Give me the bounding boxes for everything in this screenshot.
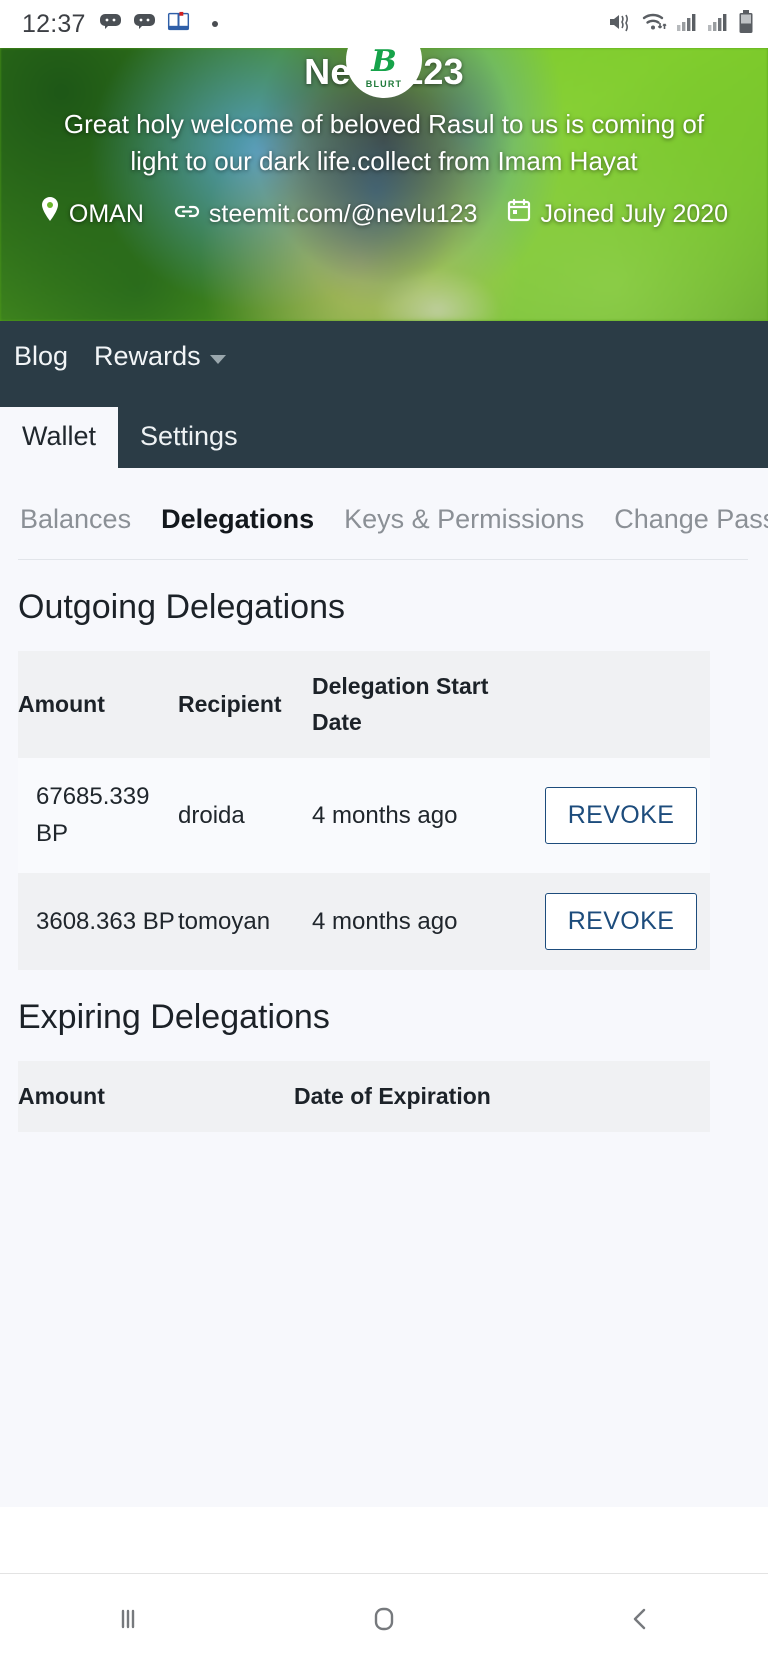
cell-amount: 67685.339 BP [36,783,150,848]
cell-action: REVOKE [532,873,710,970]
home-icon[interactable] [324,1602,444,1636]
expiring-delegations-table: Amount Date of Expiration [18,1060,710,1133]
column-header-recipient: Recipient [178,690,282,717]
link-icon [174,196,200,234]
dictionary-book-icon [167,10,190,38]
profile-joined-label: Joined July 2020 [540,199,729,228]
tab-settings-label: Settings [140,421,238,451]
page-footer-space [0,1507,768,1573]
nav-item-rewards-label: Rewards [94,341,201,371]
profile-bio: Great holy welcome of beloved Rasul to u… [63,109,705,176]
status-bar-notification-icons [99,10,218,38]
back-icon[interactable] [580,1603,700,1635]
cell-recipient: tomoyan [178,907,271,935]
location-pin-icon [40,196,60,234]
battery-icon [738,9,754,39]
revoke-button[interactable]: REVOKE [544,786,698,844]
subtab-change-password[interactable]: Change Pass [614,504,768,535]
nav-item-blog[interactable]: Blog [14,341,68,372]
column-header-delegation-start-date: Delegation Start Date [312,673,489,735]
calendar-icon [507,196,531,234]
cell-action: REVOKE [532,767,710,864]
tab-wallet[interactable]: Wallet [0,407,119,468]
chevron-down-icon [209,354,226,364]
profile-meta: OMAN steemit.com/@nevlu123 Joined July 2… [0,196,768,234]
column-header-amount: Amount [18,1082,105,1109]
nav-item-rewards[interactable]: Rewards [94,341,226,372]
column-header-amount: Amount [18,690,105,717]
blurt-logo-icon: B [371,48,397,79]
cell-date: 4 months ago [312,801,458,829]
subtab-balances[interactable]: Balances [20,504,131,535]
table-row: 3608.363 BP tomoyan 4 months ago REVOKE [18,872,710,970]
status-bar: 12:37 [0,0,768,48]
revoke-button[interactable]: REVOKE [544,892,698,950]
profile-website-label: steemit.com/@nevlu123 [208,199,478,228]
status-bar-system-icons [608,9,754,39]
game-chat-icon [99,12,123,37]
primary-nav: Blog Rewards Wallet Settings [0,321,768,468]
profile-location-label: OMAN [68,199,144,228]
nav-item-blog-label: Blog [14,341,69,371]
cell-date: 4 months ago [312,907,458,935]
table-header-row: Amount Date of Expiration [18,1060,710,1133]
profile-location: OMAN [40,196,144,234]
phone-screen: 12:37 B BLURT Great holy welcome of belo… [0,0,768,1664]
profile-joined: Joined July 2020 [507,196,728,234]
mute-vibrate-icon [608,11,632,38]
blurt-wordmark: BLURT [365,79,403,89]
expiring-delegations-title: Expiring Delegations [18,997,330,1036]
cell-recipient: droida [178,801,245,829]
status-bar-clock: 12:37 [22,9,86,38]
table-header-row: Amount Recipient Delegation Start Date [18,651,710,759]
nav-tab-strip: Wallet Settings [0,407,260,468]
wifi-icon [641,11,667,38]
profile-website[interactable]: steemit.com/@nevlu123 [174,196,478,234]
system-navigation-bar [0,1573,768,1664]
cell-amount: 3608.363 BP [36,907,175,935]
subtab-delegations[interactable]: Delegations [161,504,314,535]
table-row: 67685.339 BP droida 4 months ago REVOKE [18,758,710,873]
profile-header: B BLURT Nevlu123 Great holy welcome of b… [0,48,768,321]
game-chat-icon [133,12,157,37]
signal-sim1-icon [676,12,698,37]
outgoing-delegations-title: Outgoing Delegations [18,588,346,626]
column-header-date-of-expiration: Date of Expiration [294,1082,491,1109]
outgoing-delegations-table: Amount Recipient Delegation Start Date 6… [18,651,710,970]
tab-settings[interactable]: Settings [118,407,260,468]
signal-sim2-icon [707,12,729,37]
wallet-subtabs: Balances Delegations Keys & Permissions … [0,468,768,535]
wallet-content: Balances Delegations Keys & Permissions … [0,468,768,1507]
subtab-keys-permissions[interactable]: Keys & Permissions [344,504,584,535]
notification-dot-icon [211,21,218,27]
recents-icon[interactable] [68,1603,188,1635]
column-header-action [532,687,710,723]
tab-wallet-label: Wallet [22,421,97,451]
